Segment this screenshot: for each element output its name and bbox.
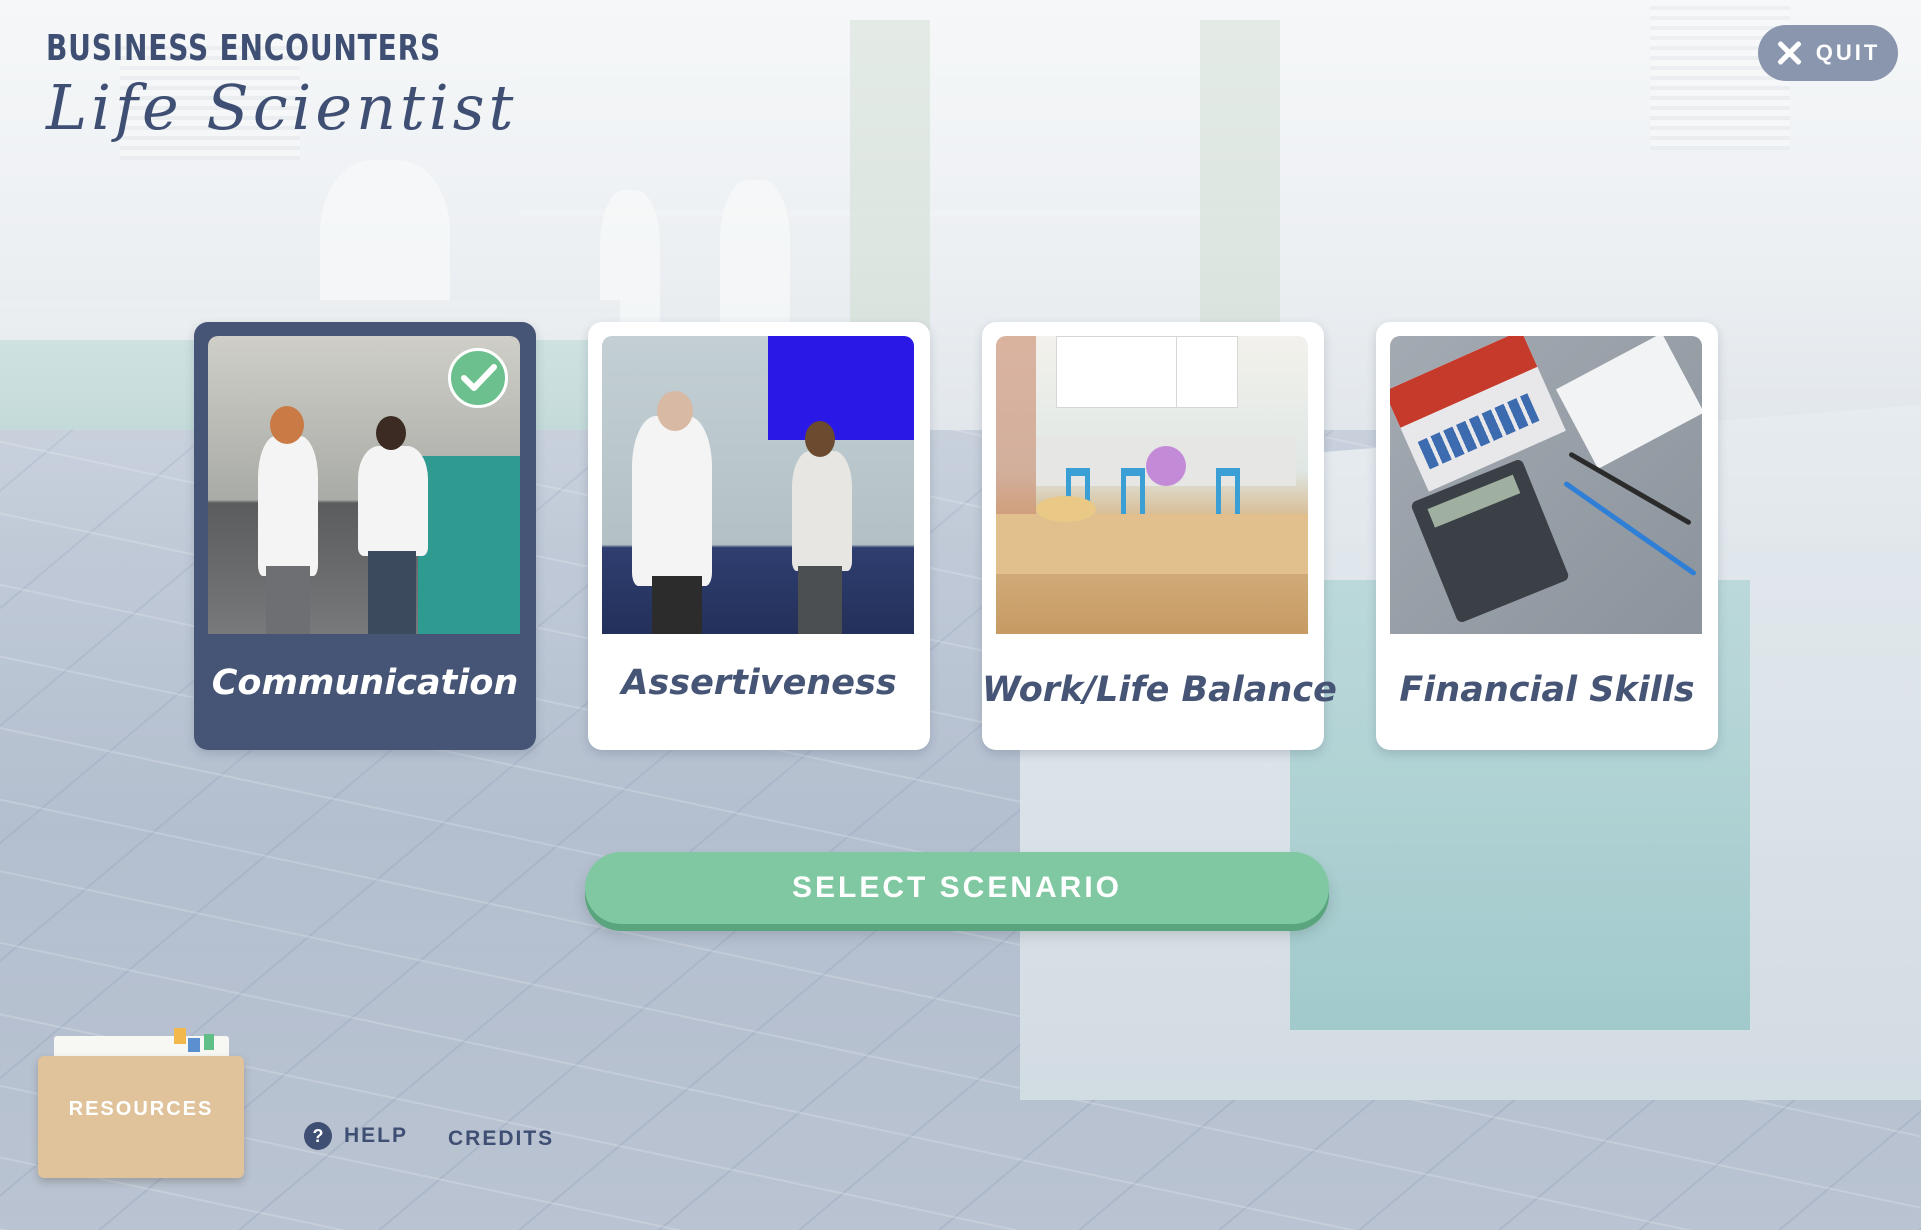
resources-label: RESOURCES	[68, 1098, 214, 1120]
title-block: BUSINESS ENCOUNTERS Life Scientist	[46, 28, 552, 144]
scenario-image-office-meeting	[602, 336, 914, 634]
credits-link[interactable]: CREDITS	[448, 1127, 554, 1151]
scenario-card-financial-skills[interactable]: Financial Skills	[1376, 322, 1718, 750]
scenario-label: Work/Life Balance	[982, 670, 1337, 710]
scenario-label: Communication	[211, 663, 519, 703]
quit-label: QUIT	[1815, 40, 1881, 65]
scenario-card-communication[interactable]: Communication	[194, 322, 536, 750]
quit-button[interactable]: QUIT	[1758, 25, 1898, 81]
scenario-image-kitchen-table	[996, 336, 1308, 634]
select-scenario-label: SELECT SCENARIO	[791, 871, 1123, 904]
scenario-card-assertiveness[interactable]: Assertiveness	[588, 322, 930, 750]
scenario-label: Financial Skills	[1399, 670, 1695, 710]
scenario-image-desk-calculator	[1390, 336, 1702, 634]
page-title: Life Scientist	[46, 71, 518, 144]
select-scenario-button[interactable]: SELECT SCENARIO	[585, 852, 1329, 924]
help-label: HELP	[344, 1124, 409, 1147]
help-link[interactable]: ? HELP	[304, 1122, 408, 1150]
question-icon: ?	[304, 1122, 332, 1150]
close-icon	[1776, 40, 1802, 66]
app-overline: BUSINESS ENCOUNTERS	[46, 28, 441, 69]
scenario-card-work-life-balance[interactable]: Work/Life Balance	[982, 322, 1337, 750]
resources-button[interactable]: RESOURCES	[38, 1026, 244, 1178]
scenario-label: Assertiveness	[621, 663, 897, 703]
completed-checkmark-icon	[448, 348, 508, 408]
